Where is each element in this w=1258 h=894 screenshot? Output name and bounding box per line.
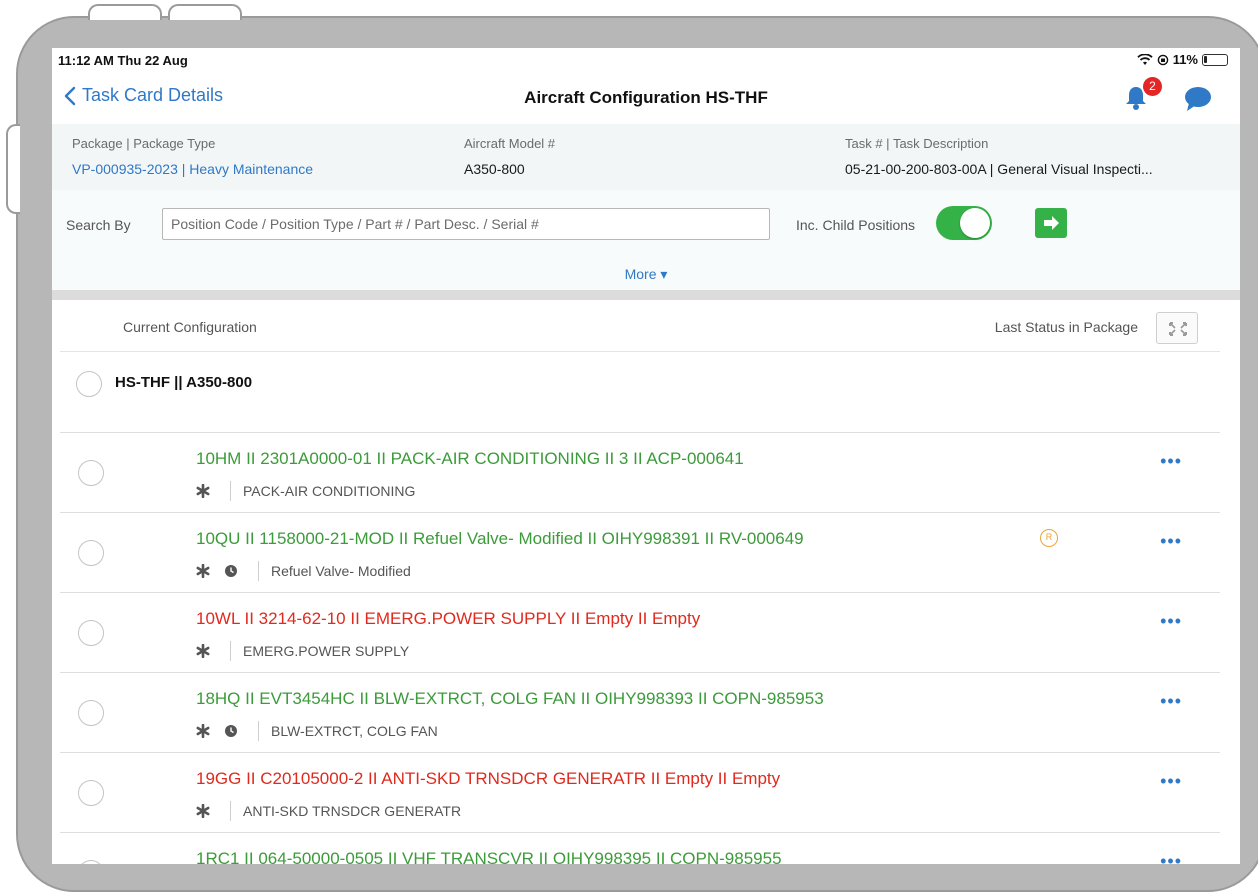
package-info: Package | Package Type VP-000935-2023 | … xyxy=(72,136,313,177)
aircraft-model-label: Aircraft Model # xyxy=(464,136,556,151)
search-input[interactable] xyxy=(162,208,770,240)
position-row[interactable]: 18HQ II EVT3454HC II BLW-EXTRCT, COLG FA… xyxy=(60,672,1220,752)
search-by-label: Search By xyxy=(66,217,131,233)
task-info: Task # | Task Description 05-21-00-200-8… xyxy=(845,136,1153,177)
more-options-button[interactable]: ••• xyxy=(1160,771,1182,792)
package-link[interactable]: VP-000935-2023 | Heavy Maintenance xyxy=(72,161,313,177)
row-radio[interactable] xyxy=(78,620,104,646)
position-subline: PACK-AIR CONDITIONING xyxy=(196,481,415,501)
status-badge: R xyxy=(1040,529,1058,547)
position-row[interactable]: 10QU II 1158000-21-MOD II Refuel Valve- … xyxy=(60,512,1220,592)
task-label: Task # | Task Description xyxy=(845,136,989,151)
position-title: 10QU II 1158000-21-MOD II Refuel Valve- … xyxy=(196,529,804,548)
row-radio[interactable] xyxy=(78,460,104,486)
aircraft-model-value: A350-800 xyxy=(464,161,525,177)
sub-divider xyxy=(230,481,231,501)
position-description: EMERG.POWER SUPPLY xyxy=(243,643,410,659)
row-radio[interactable] xyxy=(78,700,104,726)
position-row[interactable]: 10WL II 3214-62-10 II EMERG.POWER SUPPLY… xyxy=(60,592,1220,672)
sub-divider xyxy=(230,641,231,661)
aircraft-model-info: Aircraft Model # A350-800 xyxy=(464,136,555,177)
volume-up-hardware-button xyxy=(88,4,162,20)
sub-divider xyxy=(258,561,259,581)
row-radio[interactable] xyxy=(78,860,104,864)
task-value: 05-21-00-200-803-00A | General Visual In… xyxy=(845,161,1153,177)
notification-badge: 2 xyxy=(1143,77,1162,96)
expand-button[interactable] xyxy=(1156,312,1198,344)
child-positions-toggle[interactable] xyxy=(936,206,992,240)
position-description: PACK-AIR CONDITIONING xyxy=(243,483,416,499)
clock-icon xyxy=(225,565,237,577)
arrow-right-icon xyxy=(1044,216,1059,230)
status-time: 11:12 AM Thu 22 Aug xyxy=(58,53,188,68)
child-positions-label: Inc. Child Positions xyxy=(796,217,916,233)
asterisk-icon xyxy=(196,564,210,578)
position-description: ANTI-SKD TRNSDCR GENERATR xyxy=(243,803,462,819)
position-row[interactable]: 1RC1 II 064-50000-0505 II VHF TRANSCVR I… xyxy=(60,832,1220,864)
more-options-button[interactable]: ••• xyxy=(1160,851,1182,864)
toggle-knob xyxy=(960,208,990,238)
sub-divider xyxy=(230,801,231,821)
aircraft-root-row[interactable]: HS-THF || A350-800 xyxy=(60,352,1220,432)
aircraft-root-label: HS-THF || A350-800 xyxy=(115,374,253,391)
position-row[interactable]: 19GG II C20105000-2 II ANTI-SKD TRNSDCR … xyxy=(60,752,1220,832)
chat-bubble-icon[interactable] xyxy=(1184,86,1212,112)
wifi-icon xyxy=(1137,53,1153,65)
page-title: Aircraft Configuration HS-THF xyxy=(524,88,768,107)
package-label: Package | Package Type xyxy=(72,136,216,151)
position-subline: BLW-EXTRCT, COLG FAN xyxy=(196,721,438,741)
configuration-header: Current Configuration Last Status in Pac… xyxy=(60,300,1220,352)
battery-icon xyxy=(1202,53,1228,66)
position-subline: EMERG.POWER SUPPLY xyxy=(196,641,409,661)
asterisk-icon xyxy=(196,644,210,658)
more-options-button[interactable]: ••• xyxy=(1160,611,1182,632)
more-options-button[interactable]: ••• xyxy=(1160,691,1182,712)
more-options-button[interactable]: ••• xyxy=(1160,451,1182,472)
search-go-button[interactable] xyxy=(1035,208,1067,238)
status-right: 11% xyxy=(1137,52,1228,67)
position-subline: Refuel Valve- Modified xyxy=(196,561,411,581)
orientation-lock-icon xyxy=(1157,54,1168,65)
configuration-panel: Current Configuration Last Status in Pac… xyxy=(60,300,1220,864)
search-band: Search By Inc. Child Positions More ▾ xyxy=(52,190,1240,290)
volume-down-hardware-button xyxy=(168,4,242,20)
clock-icon xyxy=(225,725,237,737)
battery-percent: 11% xyxy=(1172,52,1198,67)
root-radio[interactable] xyxy=(76,371,102,397)
asterisk-icon xyxy=(196,804,210,818)
position-title: 10HM II 2301A0000-01 II PACK-AIR CONDITI… xyxy=(196,449,744,468)
more-options-button[interactable]: ••• xyxy=(1160,531,1182,552)
position-description: BLW-EXTRCT, COLG FAN xyxy=(271,723,438,739)
app-screen: 11:12 AM Thu 22 Aug 11% Task Card Detail… xyxy=(52,48,1240,864)
current-configuration-label: Current Configuration xyxy=(123,319,257,335)
row-radio[interactable] xyxy=(78,780,104,806)
position-title: 1RC1 II 064-50000-0505 II VHF TRANSCVR I… xyxy=(196,849,782,864)
last-status-label: Last Status in Package xyxy=(994,319,1138,335)
more-filters-link[interactable]: More ▾ xyxy=(52,266,1240,283)
expand-icon xyxy=(1169,322,1187,336)
asterisk-icon xyxy=(196,484,210,498)
position-list: 10HM II 2301A0000-01 II PACK-AIR CONDITI… xyxy=(60,432,1220,864)
position-subline: ANTI-SKD TRNSDCR GENERATR xyxy=(196,801,461,821)
position-title: 19GG II C20105000-2 II ANTI-SKD TRNSDCR … xyxy=(196,769,781,788)
sub-divider xyxy=(258,721,259,741)
section-divider xyxy=(52,290,1240,300)
position-description: Refuel Valve- Modified xyxy=(271,563,411,579)
position-row[interactable]: 10HM II 2301A0000-01 II PACK-AIR CONDITI… xyxy=(60,432,1220,512)
row-radio[interactable] xyxy=(78,540,104,566)
status-bar: 11:12 AM Thu 22 Aug 11% xyxy=(52,48,1240,72)
task-info-band: Package | Package Type VP-000935-2023 | … xyxy=(52,124,1240,190)
navigation-bar: Task Card Details Aircraft Configuration… xyxy=(52,72,1240,124)
power-hardware-button xyxy=(6,124,20,214)
position-title: 18HQ II EVT3454HC II BLW-EXTRCT, COLG FA… xyxy=(196,689,824,708)
position-title: 10WL II 3214-62-10 II EMERG.POWER SUPPLY… xyxy=(196,609,701,628)
asterisk-icon xyxy=(196,724,210,738)
